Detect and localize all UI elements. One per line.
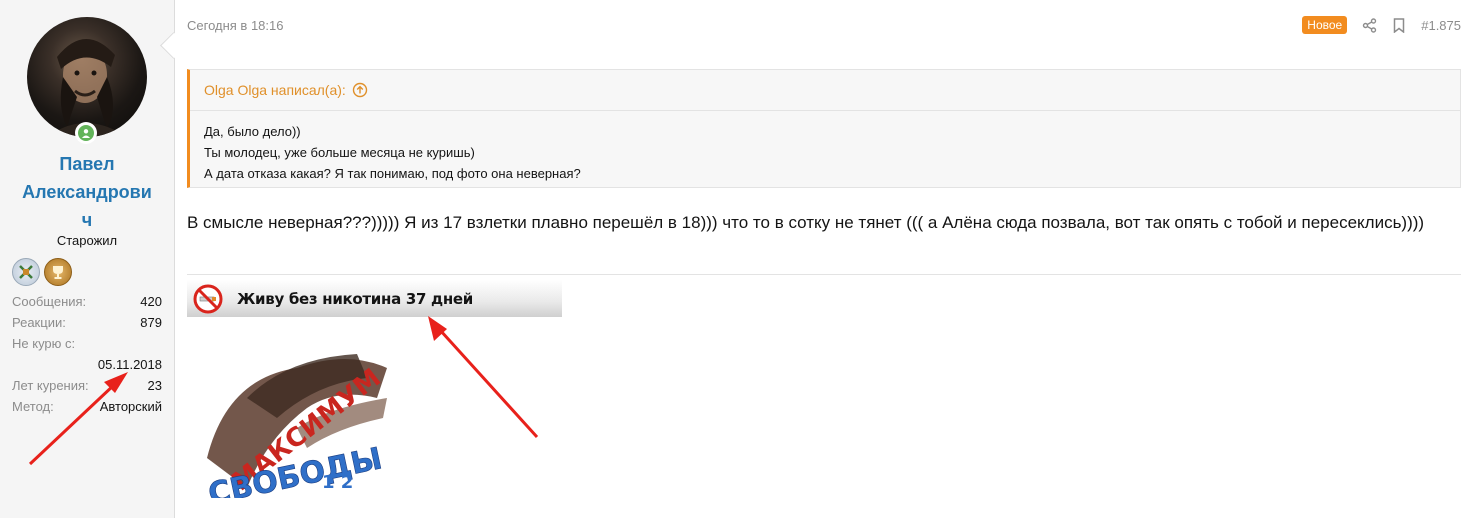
trophy-badge-crossed-icon[interactable]: [12, 258, 40, 286]
annotation-arrow-right: [428, 316, 539, 439]
stat-label: Реакции:: [12, 315, 66, 330]
no-smoking-icon: [193, 284, 223, 313]
new-badge: Новое: [1302, 16, 1348, 34]
share-icon[interactable]: [1361, 17, 1377, 33]
username[interactable]: Павел Александрови ч: [6, 150, 168, 234]
bookmark-icon[interactable]: [1391, 17, 1407, 33]
post-number-link[interactable]: #1.875: [1421, 18, 1461, 33]
online-status-icon: [75, 122, 97, 144]
stat-reactions: Реакции: 879: [12, 312, 162, 333]
stat-label: Сообщения:: [12, 294, 87, 309]
arrow-up-circle-icon[interactable]: [352, 82, 368, 98]
signature-image-digits: 1 2: [322, 472, 353, 493]
stat-smoking-years: Лет курения: 23: [12, 375, 162, 396]
signature-divider: [187, 274, 1461, 275]
quote-header[interactable]: Olga Olga написал(а):: [190, 70, 1460, 111]
stat-messages: Сообщения: 420: [12, 291, 162, 312]
avatar-portrait-icon: [47, 38, 127, 137]
signature-banner: Живу без никотина 37 дней: [187, 280, 562, 317]
stat-method: Метод: Авторский: [12, 396, 162, 417]
forum-post: Павел Александрови ч Старожил Сообщения:…: [0, 0, 1471, 518]
post-message: В смысле неверная???))))) Я из 17 взлетк…: [187, 213, 1425, 232]
stat-value: 23: [147, 378, 162, 393]
post-date[interactable]: Сегодня в 18:16: [187, 18, 283, 33]
quote-line: А дата отказа какая? Я так понимаю, под …: [204, 166, 581, 181]
post-header: Сегодня в 18:16 Новое #1.875: [187, 16, 1461, 38]
trophy-badges: [12, 258, 72, 286]
quote-line: Да, было дело)): [204, 124, 301, 139]
stat-label: Лет курения:: [12, 378, 89, 393]
smoke-free-counter: Живу без никотина 37 дней: [237, 289, 473, 308]
user-sidebar: Павел Александрови ч Старожил Сообщения:…: [0, 0, 175, 518]
quote-body: Да, было дело)) Ты молодец, уже больше м…: [190, 111, 1460, 184]
username-line: Александрови: [22, 182, 152, 202]
post-header-actions: Новое #1.875: [1302, 16, 1461, 34]
quote-block: Olga Olga написал(а): Да, было дело)) Ты…: [187, 69, 1461, 188]
quote-line: Ты молодец, уже больше месяца не куришь): [204, 145, 475, 160]
quote-author[interactable]: Olga Olga написал(а):: [204, 70, 346, 110]
user-stats: Сообщения: 420 Реакции: 879 Не курю с: 0…: [12, 291, 162, 417]
user-title: Старожил: [56, 233, 118, 248]
username-line: ч: [81, 210, 93, 230]
stat-quit-date: Не курю с: 05.11.2018: [12, 333, 162, 375]
signature-image: МАКСИМУМ СВОБОДЫ 1 2: [187, 338, 402, 513]
stat-value: 05.11.2018: [97, 357, 162, 372]
username-line: Павел: [59, 154, 115, 174]
stat-value: Авторский: [99, 399, 162, 414]
stat-value: 879: [140, 315, 162, 330]
stat-label: Метод:: [12, 399, 54, 414]
stat-label: Не курю с:: [12, 336, 76, 351]
stat-value[interactable]: 420: [140, 291, 162, 312]
trophy-badge-gold-icon[interactable]: [44, 258, 72, 286]
avatar[interactable]: [27, 17, 147, 137]
